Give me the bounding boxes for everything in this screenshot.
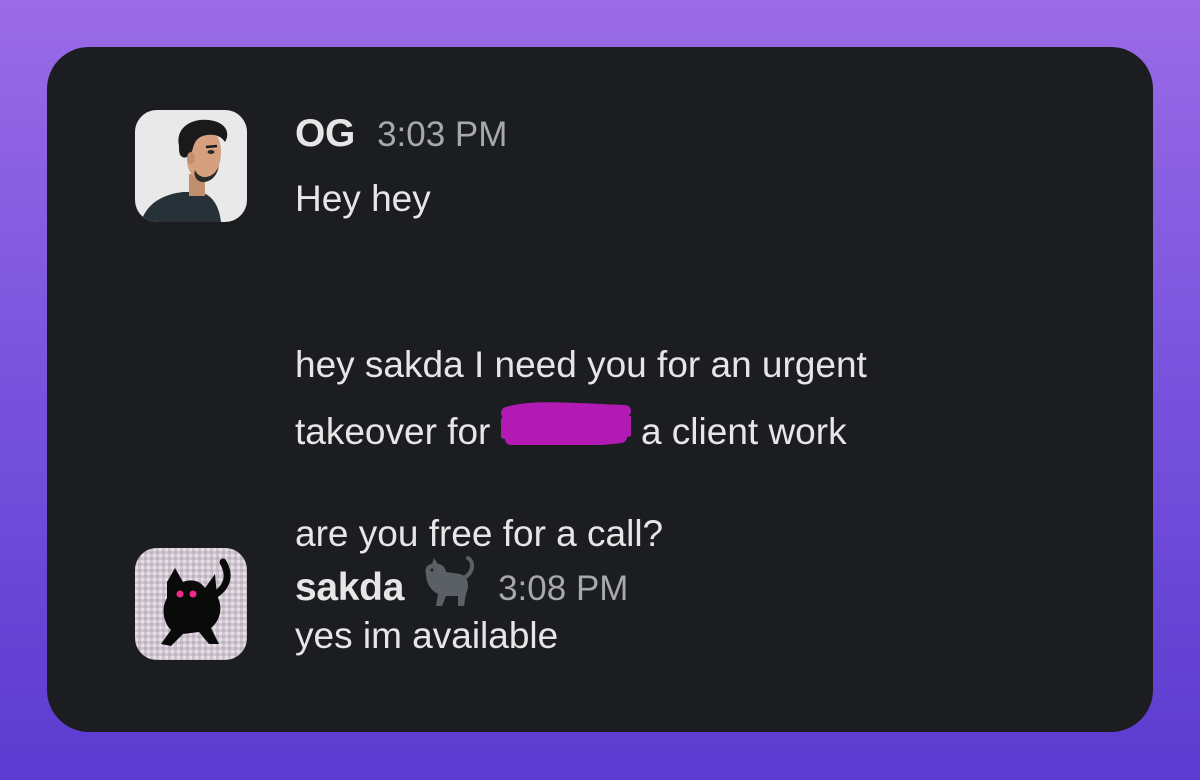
sender-name[interactable]: OG [295,112,355,156]
message-sakda: sakda 3:08 PM yes im available [135,548,1095,678]
redaction-scribble [498,399,633,466]
message-line-part: a client work [640,411,847,452]
avatar-og[interactable] [135,110,247,222]
message-line: yes im available [295,615,559,656]
message-header: OG 3:03 PM [295,112,507,156]
chat-card: OG 3:03 PM Hey hey hey sakda I need you … [47,47,1153,732]
message-line: Hey hey [295,178,431,219]
message-line: hey sakda I need you for an urgent [295,344,867,385]
black-cat-avatar-icon [135,548,247,660]
message-og: OG 3:03 PM Hey hey hey sakda I need you … [135,110,1095,554]
user-portrait-avatar-icon [135,110,247,222]
avatar-sakda[interactable] [135,548,247,660]
message-line: takeover for a client work [295,398,847,468]
timestamp[interactable]: 3:03 PM [377,115,507,155]
message-line-part: takeover for [295,411,491,452]
message-header: sakda 3:08 PM [295,548,628,610]
